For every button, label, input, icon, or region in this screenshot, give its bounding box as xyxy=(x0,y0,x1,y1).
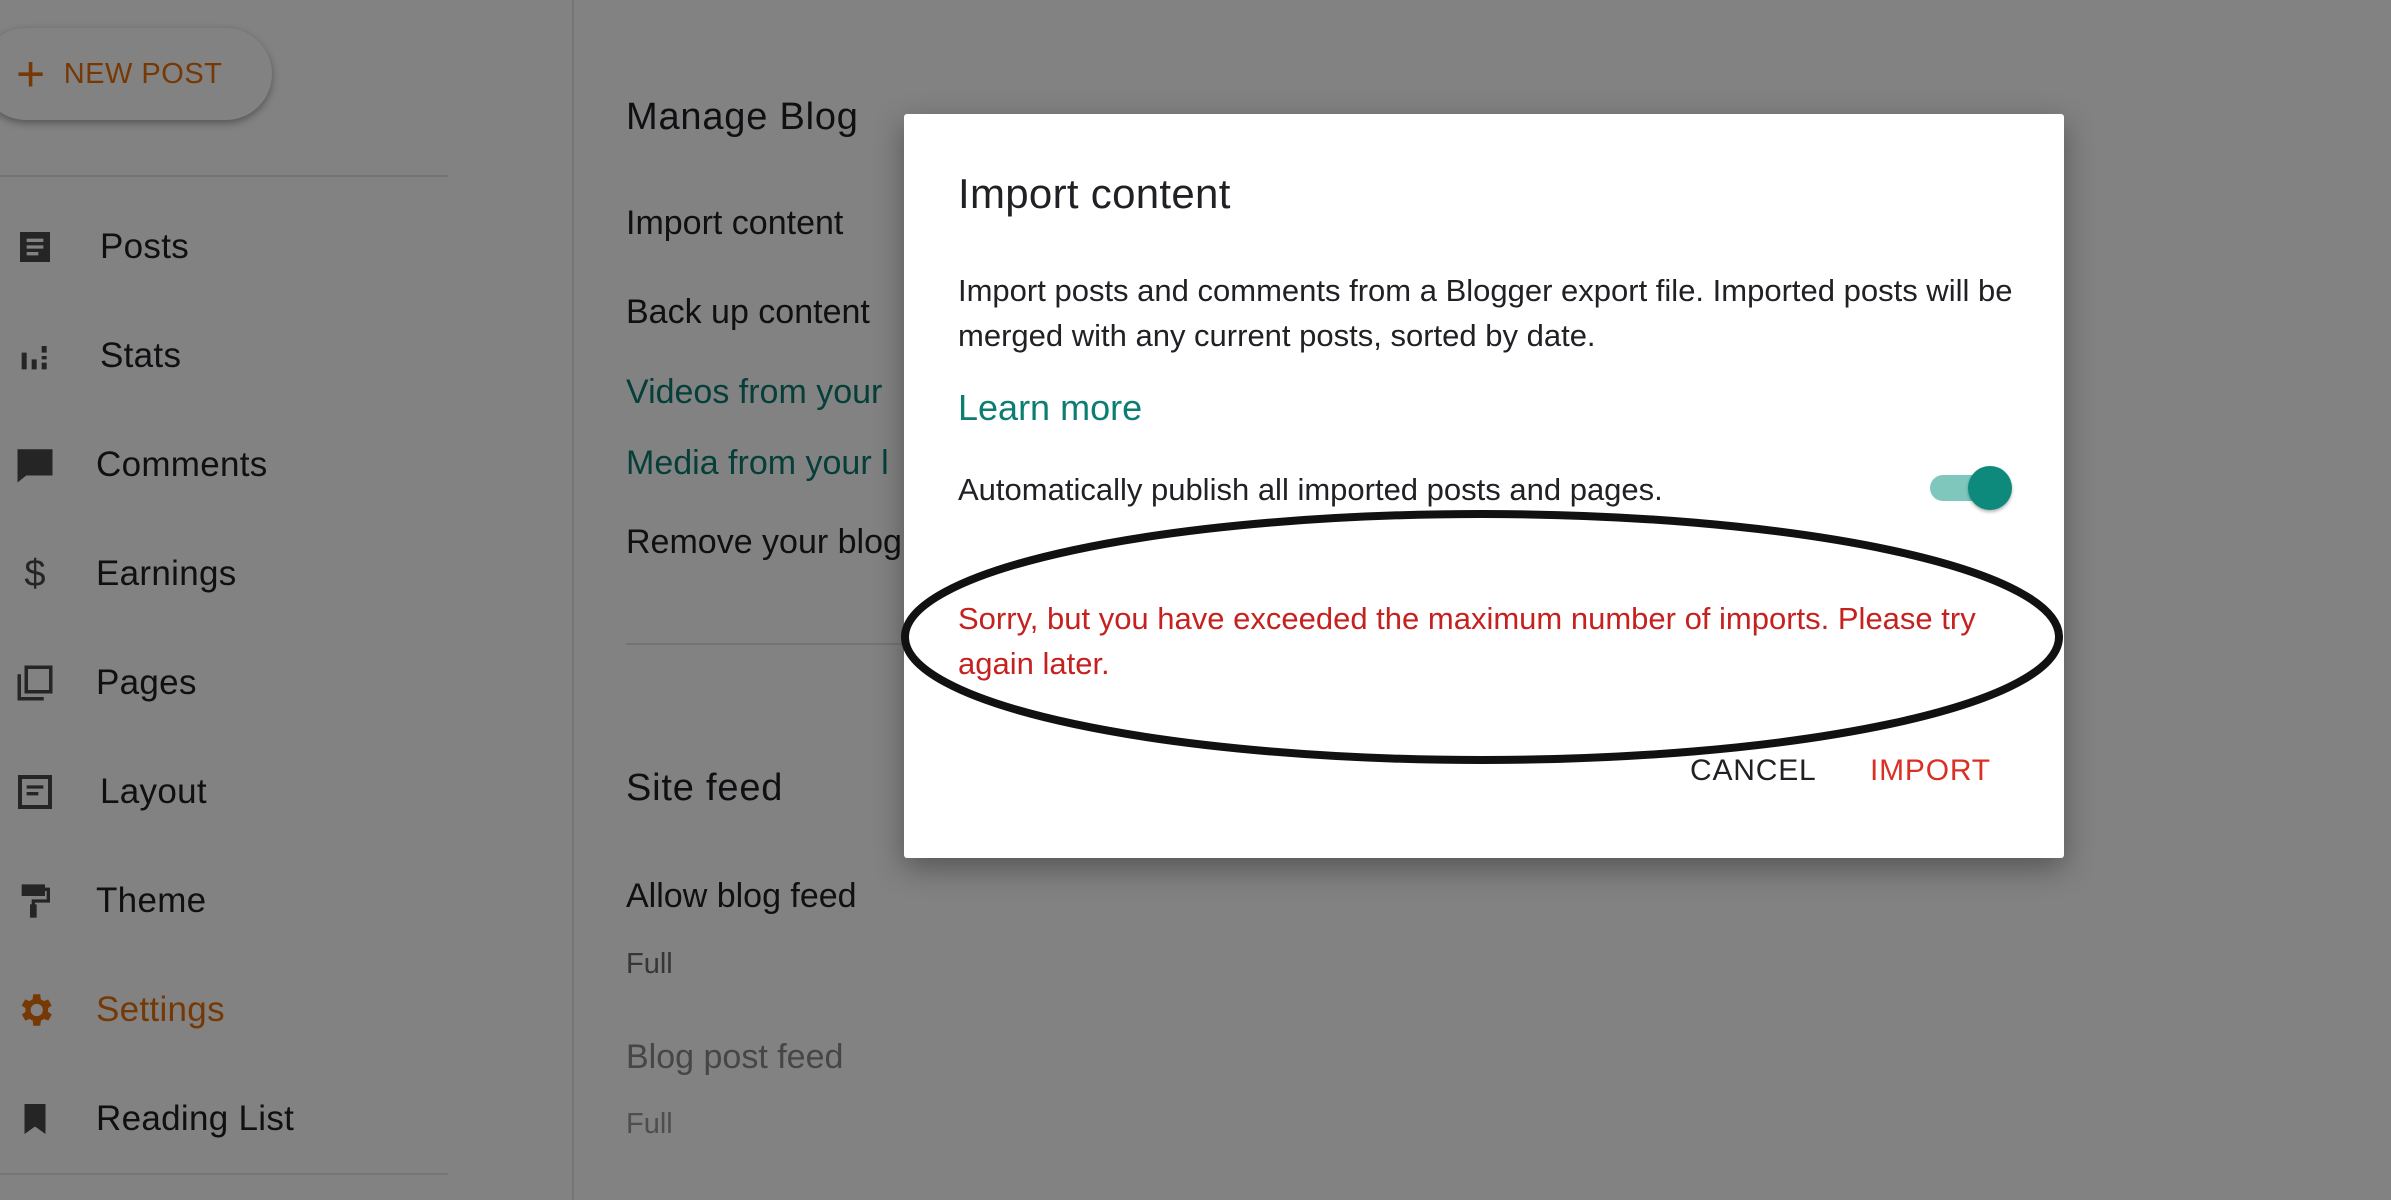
import-button[interactable]: IMPORT xyxy=(1870,754,1991,788)
import-content-dialog: Import content Import posts and comments… xyxy=(904,114,2064,858)
error-message: Sorry, but you have exceeded the maximum… xyxy=(958,601,1976,681)
dialog-description: Import posts and comments from a Blogger… xyxy=(958,273,2013,353)
learn-more-link[interactable]: Learn more xyxy=(958,387,1142,429)
cancel-button[interactable]: CANCEL xyxy=(1690,754,1817,788)
auto-publish-toggle[interactable] xyxy=(1924,464,2012,512)
auto-publish-label: Automatically publish all imported posts… xyxy=(958,472,1663,507)
blogger-settings-app: + NEW POST Posts Stats Comments $ Earnin… xyxy=(0,0,2391,1200)
toggle-thumb xyxy=(1968,466,2012,510)
dialog-title: Import content xyxy=(958,170,1231,217)
